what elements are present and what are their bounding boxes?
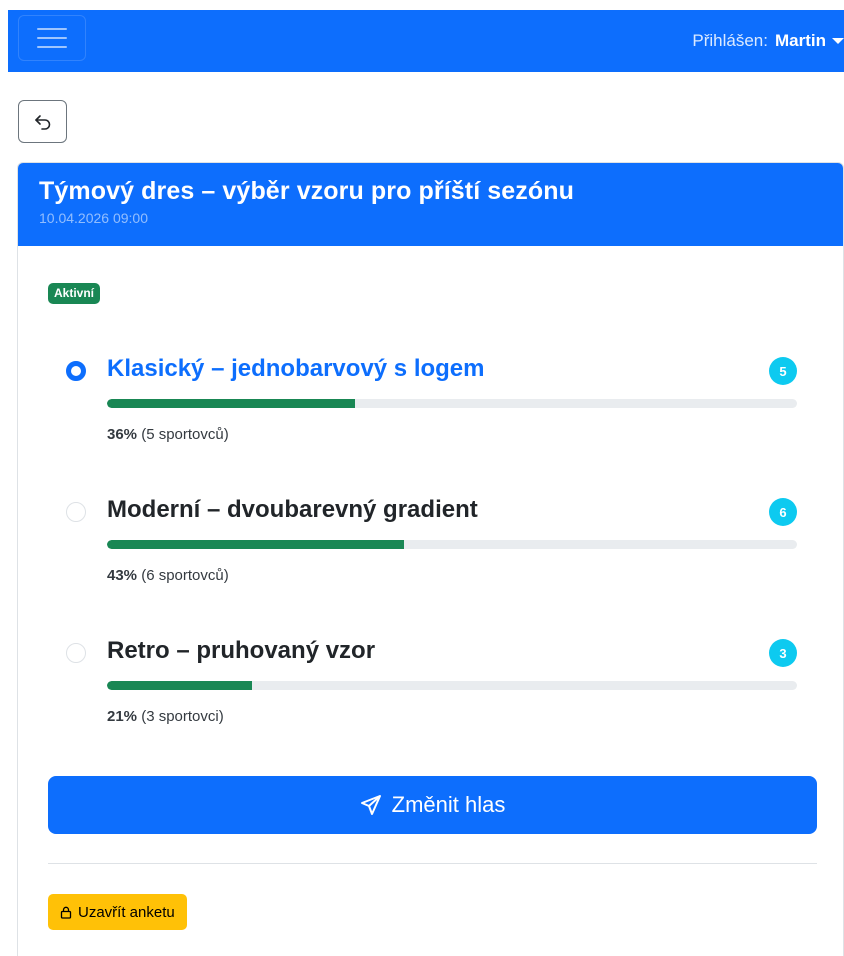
vote-progress-fill xyxy=(107,399,356,408)
user-prefix: Přihlášen: xyxy=(692,31,768,50)
vote-progress-bar xyxy=(107,681,797,690)
user-name: Martin xyxy=(775,31,826,50)
change-vote-button[interactable]: Změnit hlas xyxy=(48,776,817,834)
vote-count-badge: 6 xyxy=(769,498,797,526)
status-badge: Aktivní xyxy=(48,283,101,304)
poll-option[interactable]: Moderní – dvoubarevný gradient 6 43% (6 … xyxy=(18,496,843,606)
poll-card: Týmový dres – výběr vzoru pro příští sez… xyxy=(17,162,844,956)
option-label[interactable]: Klasický – jednobarvový s logem xyxy=(107,355,485,383)
change-vote-label: Změnit hlas xyxy=(391,792,506,817)
option-radio[interactable] xyxy=(66,361,86,381)
vote-progress-bar xyxy=(107,540,797,549)
user-menu[interactable]: Přihlášen: Martin xyxy=(692,10,844,72)
vote-progress-fill xyxy=(107,681,252,690)
poll-date: 10.04.2026 09:00 xyxy=(39,210,148,226)
option-stats: 36% (5 sportovců) xyxy=(107,426,229,443)
poll-header: Týmový dres – výběr vzoru pro příští sez… xyxy=(18,163,843,246)
close-poll-button[interactable]: Uzavřít anketu xyxy=(48,894,187,930)
poll-title: Týmový dres – výběr vzoru pro příští sez… xyxy=(39,177,575,205)
top-navbar: Přihlášen: Martin xyxy=(8,10,844,72)
lock-icon xyxy=(60,906,72,919)
vote-progress-bar xyxy=(107,399,797,408)
option-label[interactable]: Moderní – dvoubarevný gradient xyxy=(107,496,478,524)
vote-count-badge: 3 xyxy=(769,639,797,667)
vote-count-badge: 5 xyxy=(769,357,797,385)
undo-arrow-icon xyxy=(34,114,50,130)
hamburger-icon[interactable] xyxy=(18,15,86,61)
option-stats: 43% (6 sportovců) xyxy=(107,567,229,584)
back-button[interactable] xyxy=(18,100,67,143)
paper-plane-icon xyxy=(360,795,381,815)
vote-progress-fill xyxy=(107,540,404,549)
option-percent: 21% xyxy=(107,708,138,725)
option-voters: (3 sportovci) xyxy=(141,708,224,725)
close-poll-label: Uzavřít anketu xyxy=(78,903,175,921)
option-voters: (6 sportovců) xyxy=(141,567,229,584)
option-percent: 36% xyxy=(107,426,138,443)
option-radio[interactable] xyxy=(66,502,86,522)
option-radio[interactable] xyxy=(66,643,86,663)
option-stats: 21% (3 sportovci) xyxy=(107,708,224,725)
poll-option[interactable]: Klasický – jednobarvový s logem 5 36% (5… xyxy=(18,355,843,465)
caret-down-icon xyxy=(832,38,844,44)
poll-option[interactable]: Retro – pruhovaný vzor 3 21% (3 sportovc… xyxy=(18,637,843,747)
option-voters: (5 sportovců) xyxy=(141,426,229,443)
option-label[interactable]: Retro – pruhovaný vzor xyxy=(107,637,375,665)
option-percent: 43% xyxy=(107,567,138,584)
divider xyxy=(48,863,817,864)
